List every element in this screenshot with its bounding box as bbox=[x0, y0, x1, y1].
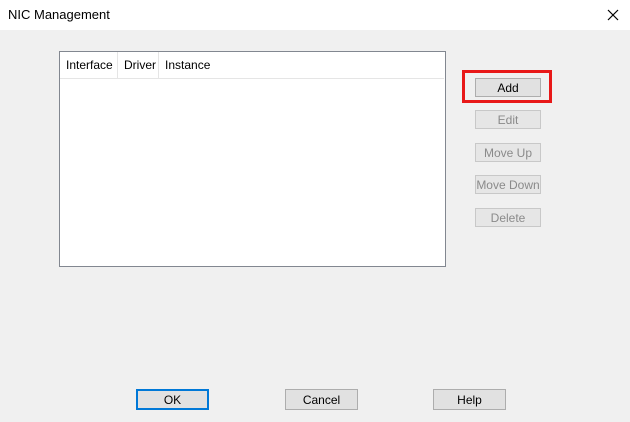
edit-button[interactable]: Edit bbox=[475, 110, 541, 129]
column-header-instance[interactable]: Instance bbox=[159, 52, 444, 78]
cancel-button[interactable]: Cancel bbox=[285, 389, 358, 410]
add-button[interactable]: Add bbox=[475, 78, 541, 97]
close-icon-glyph bbox=[607, 9, 619, 21]
title-bar: NIC Management bbox=[0, 0, 630, 30]
close-icon[interactable] bbox=[602, 4, 624, 26]
column-header-interface[interactable]: Interface bbox=[60, 52, 118, 78]
move-up-button[interactable]: Move Up bbox=[475, 143, 541, 162]
help-button[interactable]: Help bbox=[433, 389, 506, 410]
nic-list[interactable]: Interface Driver Instance bbox=[59, 51, 446, 267]
column-header-driver[interactable]: Driver bbox=[118, 52, 159, 78]
ok-button[interactable]: OK bbox=[136, 389, 209, 410]
delete-button[interactable]: Delete bbox=[475, 208, 541, 227]
list-header: Interface Driver Instance bbox=[60, 52, 444, 79]
move-down-button[interactable]: Move Down bbox=[475, 175, 541, 194]
window-title: NIC Management bbox=[8, 7, 110, 22]
